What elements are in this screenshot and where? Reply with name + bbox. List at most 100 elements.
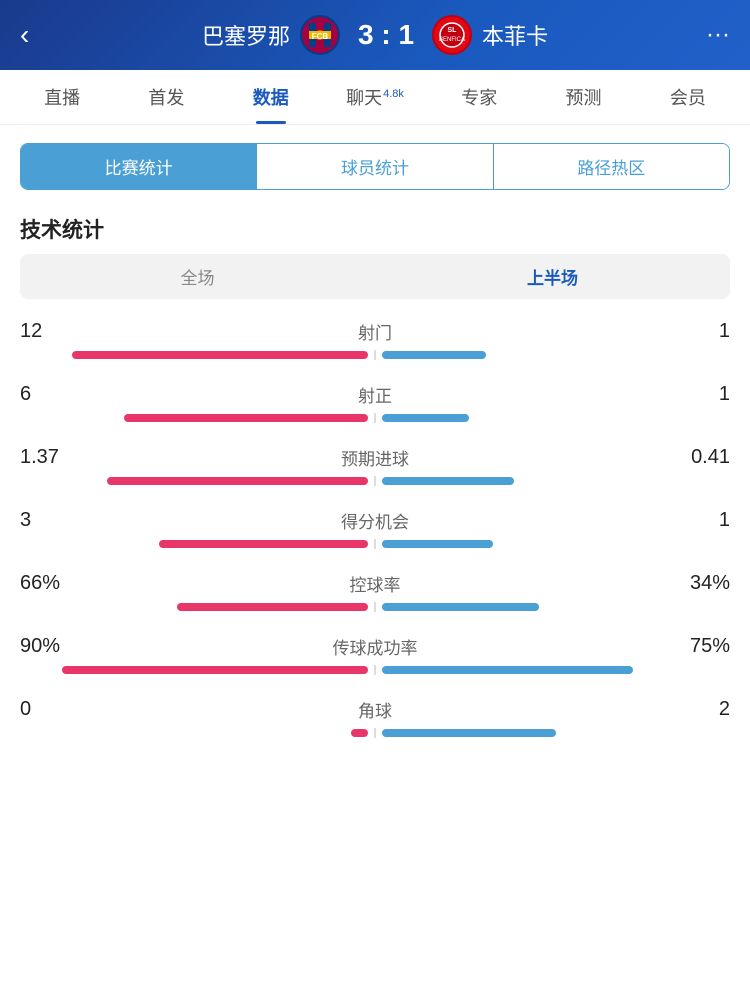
stat-left-value: 6 <box>20 383 80 406</box>
bar-left-wrap <box>20 729 368 737</box>
stat-name: 射门 <box>80 319 670 344</box>
stat-labels: 1.37 预期进球 0.41 <box>20 445 730 470</box>
stats-container: 12 射门 1 6 射正 1 <box>0 309 750 780</box>
section-title: 技术统计 <box>0 208 750 254</box>
stat-row: 90% 传球成功率 75% <box>20 634 730 675</box>
stat-name: 预期进球 <box>80 445 670 470</box>
bar-right-wrap <box>382 603 730 611</box>
chat-badge: 4.8k <box>383 88 404 100</box>
stat-right-value: 1 <box>670 509 730 532</box>
stat-bars <box>20 728 730 738</box>
stat-row: 1.37 预期进球 0.41 <box>20 445 730 486</box>
stat-right-value: 2 <box>670 698 730 721</box>
bar-divider <box>374 602 376 612</box>
sub-tab-match-stats[interactable]: 比赛统计 <box>21 144 257 189</box>
stat-left-value: 0 <box>20 698 80 721</box>
bar-right <box>382 666 633 674</box>
bar-right <box>382 351 486 359</box>
stat-name: 得分机会 <box>80 508 670 533</box>
stat-bars <box>20 602 730 612</box>
stat-left-value: 66% <box>20 572 80 595</box>
bar-right <box>382 729 556 737</box>
bar-left <box>159 540 368 548</box>
bar-divider <box>374 728 376 738</box>
tab-vip[interactable]: 会员 <box>636 70 740 124</box>
sub-tab-player-stats[interactable]: 球员统计 <box>257 144 493 189</box>
stat-labels: 90% 传球成功率 75% <box>20 634 730 659</box>
bar-left <box>62 666 368 674</box>
tab-predict[interactable]: 预测 <box>531 70 635 124</box>
home-team-name: 巴塞罗那 <box>202 19 290 51</box>
bar-right-wrap <box>382 540 730 548</box>
stat-right-value: 1 <box>670 320 730 343</box>
stat-right-value: 1 <box>670 383 730 406</box>
bar-left-wrap <box>20 477 368 485</box>
bar-left-wrap <box>20 414 368 422</box>
stat-labels: 6 射正 1 <box>20 382 730 407</box>
match-score: 3 : 1 <box>358 19 414 51</box>
bar-left <box>107 477 368 485</box>
bar-divider <box>374 476 376 486</box>
stat-name: 传球成功率 <box>80 634 670 659</box>
sub-tabs: 比赛统计 球员统计 路径热区 <box>20 143 730 190</box>
stat-left-value: 12 <box>20 320 80 343</box>
period-first-half[interactable]: 上半场 <box>375 254 730 299</box>
bar-divider <box>374 665 376 675</box>
bar-right-wrap <box>382 477 730 485</box>
tab-chat[interactable]: 聊天4.8k <box>323 70 427 124</box>
bar-right-wrap <box>382 729 730 737</box>
stat-bars <box>20 413 730 423</box>
bar-right <box>382 603 539 611</box>
bar-right-wrap <box>382 666 730 674</box>
period-full[interactable]: 全场 <box>20 254 375 299</box>
home-team-logo: FCB <box>300 15 340 55</box>
stat-labels: 0 角球 2 <box>20 697 730 722</box>
stat-row: 12 射门 1 <box>20 319 730 360</box>
stat-row: 6 射正 1 <box>20 382 730 423</box>
away-team-name: 本菲卡 <box>482 19 548 51</box>
bar-divider <box>374 350 376 360</box>
bar-right-wrap <box>382 351 730 359</box>
match-info: 巴塞罗那 FCB 3 : 1 SL BENFICA 本菲卡 <box>60 15 690 55</box>
bar-divider <box>374 413 376 423</box>
tab-live[interactable]: 直播 <box>10 70 114 124</box>
tab-data[interactable]: 数据 <box>219 70 323 124</box>
bar-left-wrap <box>20 540 368 548</box>
stat-labels: 3 得分机会 1 <box>20 508 730 533</box>
stat-right-value: 75% <box>670 635 730 658</box>
tab-expert[interactable]: 专家 <box>427 70 531 124</box>
bar-left-wrap <box>20 603 368 611</box>
stat-bars <box>20 539 730 549</box>
bar-left <box>177 603 368 611</box>
stat-row: 3 得分机会 1 <box>20 508 730 549</box>
svg-text:BENFICA: BENFICA <box>439 37 465 43</box>
sub-tab-heatmap[interactable]: 路径热区 <box>494 144 729 189</box>
stat-left-value: 1.37 <box>20 446 80 469</box>
bar-right-wrap <box>382 414 730 422</box>
stat-right-value: 34% <box>670 572 730 595</box>
bar-left <box>72 351 368 359</box>
away-team-logo: SL BENFICA <box>432 15 472 55</box>
stat-row: 0 角球 2 <box>20 697 730 738</box>
bar-left <box>351 729 368 737</box>
back-button[interactable]: ‹ <box>20 19 60 51</box>
stat-labels: 12 射门 1 <box>20 319 730 344</box>
stat-name: 控球率 <box>80 571 670 596</box>
stat-bars <box>20 476 730 486</box>
nav-tabs: 直播 首发 数据 聊天4.8k 专家 预测 会员 <box>0 70 750 125</box>
bar-right <box>382 540 493 548</box>
more-button[interactable]: ··· <box>690 21 730 49</box>
period-selector: 全场 上半场 <box>20 254 730 299</box>
tab-lineup[interactable]: 首发 <box>114 70 218 124</box>
stat-bars <box>20 665 730 675</box>
stat-left-value: 3 <box>20 509 80 532</box>
svg-text:SL: SL <box>448 27 458 34</box>
stat-name: 角球 <box>80 697 670 722</box>
bar-left <box>124 414 368 422</box>
header: ‹ 巴塞罗那 FCB 3 : 1 SL BENFICA 本菲卡 ··· <box>0 0 750 70</box>
stat-bars <box>20 350 730 360</box>
bar-right <box>382 477 514 485</box>
stat-left-value: 90% <box>20 635 80 658</box>
stat-name: 射正 <box>80 382 670 407</box>
stat-labels: 66% 控球率 34% <box>20 571 730 596</box>
